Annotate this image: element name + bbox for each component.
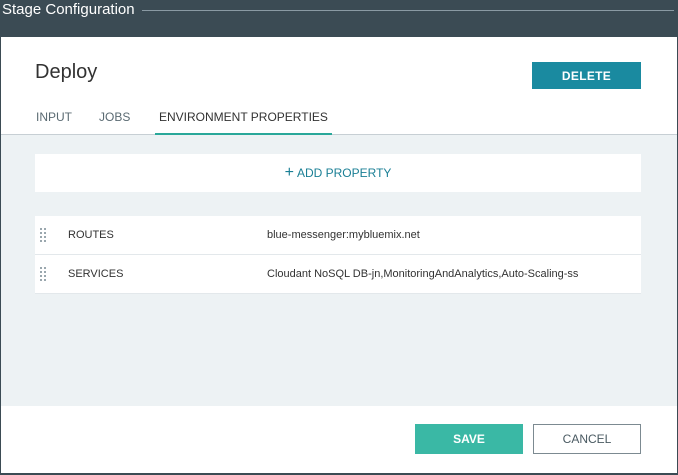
save-button[interactable]: SAVE — [415, 424, 523, 454]
window-title: Stage Configuration — [2, 1, 135, 18]
add-property-button[interactable]: + ADD PROPERTY — [35, 154, 641, 192]
property-key: ROUTES — [68, 229, 114, 241]
cancel-button[interactable]: CANCEL — [533, 424, 641, 454]
title-divider — [142, 10, 674, 11]
title-bar: Stage Configuration — [0, 0, 678, 37]
dialog-header: Deploy DELETE INPUT JOBS ENVIRONMENT PRO… — [1, 37, 677, 135]
property-value: Cloudant NoSQL DB-jn,MonitoringAndAnalyt… — [267, 268, 579, 280]
environment-properties-content: + ADD PROPERTY ROUTES blue-messenger:myb… — [1, 135, 677, 406]
tab-environment-properties[interactable]: ENVIRONMENT PROPERTIES — [155, 110, 332, 135]
property-row-routes[interactable]: ROUTES blue-messenger:mybluemix.net — [35, 216, 641, 255]
tab-input[interactable]: INPUT — [36, 110, 72, 135]
property-value: blue-messenger:mybluemix.net — [267, 229, 420, 241]
add-property-label: ADD PROPERTY — [296, 166, 392, 180]
plus-icon: + — [284, 164, 294, 181]
stage-configuration-dialog: Stage Configuration Deploy DELETE INPUT … — [0, 0, 678, 475]
delete-button[interactable]: DELETE — [532, 62, 641, 89]
tab-jobs[interactable]: JOBS — [99, 110, 130, 135]
stage-name: Deploy — [35, 61, 98, 83]
property-key: SERVICES — [68, 268, 124, 280]
dialog-panel: Deploy DELETE INPUT JOBS ENVIRONMENT PRO… — [1, 37, 677, 473]
drag-handle-icon[interactable] — [40, 228, 48, 242]
property-row-services[interactable]: SERVICES Cloudant NoSQL DB-jn,Monitoring… — [35, 255, 641, 294]
tab-bar: INPUT JOBS ENVIRONMENT PROPERTIES — [1, 104, 677, 135]
dialog-footer: SAVE CANCEL — [1, 406, 677, 473]
properties-list: ROUTES blue-messenger:mybluemix.net SERV… — [35, 216, 641, 294]
drag-handle-icon[interactable] — [40, 267, 48, 281]
